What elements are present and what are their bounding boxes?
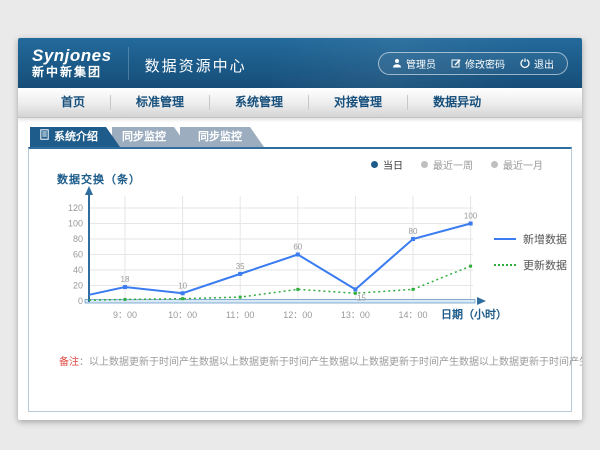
radio-dot-icon xyxy=(421,161,428,168)
svg-text:0: 0 xyxy=(78,296,83,306)
svg-text:10：00: 10：00 xyxy=(168,310,197,320)
nav-item-0[interactable]: 首页 xyxy=(36,88,110,117)
time-range-option-0[interactable]: 当日 xyxy=(371,157,403,172)
chart-legend: 新增数据更新数据 xyxy=(494,231,567,273)
footnote-prefix: 备注 xyxy=(59,357,79,368)
footnote-text: ：以上数据更新于时间产生数据以上数据更新于时间产生数据以上数据更新于时间产生数据… xyxy=(79,357,582,368)
nav-item-4[interactable]: 数据异动 xyxy=(408,88,506,117)
svg-text:10: 10 xyxy=(178,281,187,290)
main-nav: 首页标准管理系统管理对接管理数据异动 xyxy=(18,88,582,118)
logout-icon xyxy=(520,58,530,68)
svg-text:35: 35 xyxy=(236,262,245,271)
radio-dot-icon xyxy=(371,161,378,168)
svg-text:12：00: 12：00 xyxy=(283,310,312,320)
svg-text:120: 120 xyxy=(68,203,83,213)
svg-text:20: 20 xyxy=(73,281,83,291)
chart-panel: 当日最近一周最近一月 数据交换（条） 0204060801001209：0010… xyxy=(28,147,572,412)
svg-text:15: 15 xyxy=(357,293,366,302)
user-menu-item-1[interactable]: 修改密码 xyxy=(451,56,505,71)
svg-text:9：00: 9：00 xyxy=(113,310,137,320)
page-title: 数据资源中心 xyxy=(128,47,247,80)
edit-icon xyxy=(451,58,461,68)
company-logo: Synjones 新中新集团 xyxy=(32,47,112,78)
svg-text:13：00: 13：00 xyxy=(341,310,370,320)
user-menu: 管理员修改密码退出 xyxy=(378,52,568,75)
legend-item-0[interactable]: 新增数据 xyxy=(494,231,567,247)
logo-text-en: Synjones xyxy=(32,47,112,65)
svg-text:60: 60 xyxy=(293,243,302,252)
svg-text:100: 100 xyxy=(464,212,478,221)
nav-item-3[interactable]: 对接管理 xyxy=(309,88,407,117)
tab-0[interactable]: 系统介绍 xyxy=(30,127,120,147)
svg-text:60: 60 xyxy=(73,250,83,260)
logo-text-cn: 新中新集团 xyxy=(32,66,112,79)
svg-text:80: 80 xyxy=(409,227,418,236)
line-chart: 0 20 40 60 80 100 120 9：00 10：00 11：00 12：00 13：00 1… xyxy=(41,185,511,335)
time-range-option-2[interactable]: 最近一月 xyxy=(491,157,543,172)
radio-dot-icon xyxy=(491,161,498,168)
legend-line-sample xyxy=(494,238,516,240)
time-range-filter: 当日 最近一周 最近一月 xyxy=(371,157,543,172)
svg-text:日期（小时）: 日期（小时） xyxy=(441,307,507,321)
tab-2[interactable]: 同步监控 xyxy=(180,127,264,147)
svg-text:11：00: 11：00 xyxy=(226,310,254,320)
svg-text:40: 40 xyxy=(73,265,83,275)
content-area: 系统介绍同步监控同步监控 当日最近一周最近一月 数据交换（条） 02040608… xyxy=(18,118,582,412)
user-icon xyxy=(392,58,402,68)
legend-item-1[interactable]: 更新数据 xyxy=(494,257,567,273)
user-menu-item-0[interactable]: 管理员 xyxy=(392,56,436,71)
app-window: Synjones 新中新集团 数据资源中心 管理员修改密码退出 首页标准管理系统… xyxy=(18,38,582,420)
svg-text:18: 18 xyxy=(121,275,130,284)
time-range-option-1[interactable]: 最近一周 xyxy=(421,157,473,172)
svg-text:14：00: 14：00 xyxy=(398,310,427,320)
svg-text:80: 80 xyxy=(73,234,83,244)
legend-line-sample xyxy=(494,264,516,266)
nav-item-2[interactable]: 系统管理 xyxy=(210,88,308,117)
nav-item-1[interactable]: 标准管理 xyxy=(111,88,209,117)
user-menu-item-2[interactable]: 退出 xyxy=(520,56,554,71)
footnote: 备注：以上数据更新于时间产生数据以上数据更新于时间产生数据以上数据更新于时间产生… xyxy=(59,353,582,368)
page-background: Synjones 新中新集团 数据资源中心 管理员修改密码退出 首页标准管理系统… xyxy=(0,0,600,450)
svg-text:100: 100 xyxy=(68,219,83,229)
tab-bar: 系统介绍同步监控同步监控 xyxy=(30,127,582,147)
document-icon xyxy=(40,127,49,147)
tab-1[interactable]: 同步监控 xyxy=(112,127,188,147)
app-header: Synjones 新中新集团 数据资源中心 管理员修改密码退出 xyxy=(18,38,582,88)
